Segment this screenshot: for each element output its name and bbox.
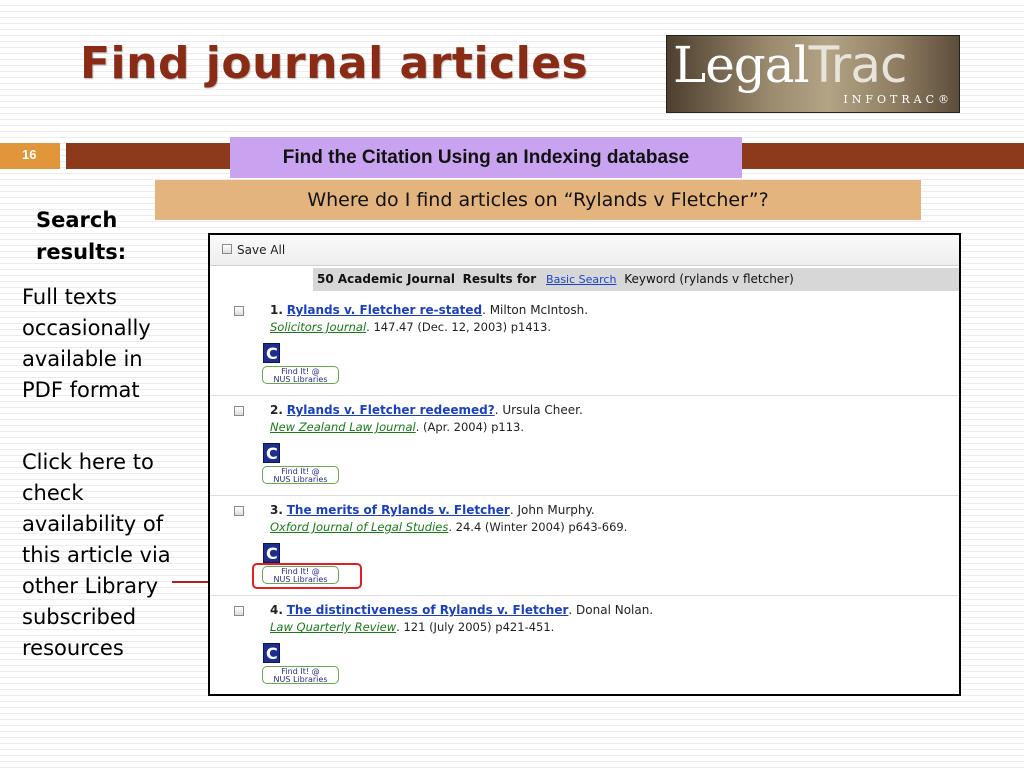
find-it-highlight-box [252,563,362,589]
result-item: 4. The distinctiveness of Rylands v. Fle… [210,595,959,694]
journal-link[interactable]: Oxford Journal of Legal Studies [270,520,448,534]
search-results-screenshot: Save All 50 Academic Journal Results for… [208,233,961,696]
article-author: . Milton McIntosh. [482,303,589,317]
article-title-link[interactable]: The distinctiveness of Rylands v. Fletch… [287,603,569,617]
legaltrac-logo: LegalTrac INFOTRAC® [666,35,960,113]
result-number: 1. [270,303,283,317]
citation-c-icon[interactable]: C [263,443,280,463]
article-title-link[interactable]: The merits of Rylands v. Fletcher [287,503,510,517]
citation-text: . (Apr. 2004) p113. [415,420,524,434]
note-line: check [22,481,84,505]
note-line: resources [22,636,124,660]
full-text-note: Full texts occasionally available in PDF… [22,282,151,406]
citation-c-icon[interactable]: C [263,343,280,363]
note-line: available in [22,347,143,371]
citation-c-icon[interactable]: C [263,643,280,663]
result-number: 2. [270,403,283,417]
note-line: subscribed [22,605,137,629]
article-author: . Ursula Cheer. [494,403,583,417]
slide-title: Find journal articles [80,38,589,89]
logo-subtext: INFOTRAC® [843,93,953,106]
result-item: 1. Rylands v. Fletcher re-stated. Milton… [210,295,959,396]
article-title-link[interactable]: Rylands v. Fletcher re-stated [287,303,482,317]
save-all-checkbox[interactable] [222,244,232,254]
note-line: PDF format [22,378,140,402]
results-label: Results for [462,272,537,286]
citation-c-icon[interactable]: C [263,543,280,563]
results-header: 50 Academic Journal Results for Basic Se… [313,268,959,291]
slide-number: 16 [0,143,60,169]
basic-search-link[interactable]: Basic Search [546,273,616,286]
result-item: 2. Rylands v. Fletcher redeemed?. Ursula… [210,395,959,496]
search-results-heading: Search results: [36,208,127,264]
keyword-text: Keyword (rylands v fletcher) [624,272,794,286]
save-all-label: Save All [237,243,286,257]
journal-link[interactable]: Law Quarterly Review [270,620,396,634]
logo-text: LegalTrac [673,36,907,94]
result-number: 4. [270,603,283,617]
question-banner: Where do I find articles on “Rylands v F… [155,180,921,220]
journal-link[interactable]: New Zealand Law Journal [270,420,416,434]
note-line: Full texts [22,285,117,309]
find-it-nus-button[interactable]: Find It! @ NUS Libraries [262,466,339,484]
note-line: availability of [22,512,164,536]
article-author: . Donal Nolan. [568,603,654,617]
citation-banner: Find the Citation Using an Indexing data… [230,137,742,178]
result-checkbox[interactable] [234,406,244,416]
save-all-row: Save All [210,235,959,266]
note-line: other Library [22,574,159,598]
find-it-nus-button[interactable]: Find It! @ NUS Libraries [262,666,339,684]
note-line: this article via [22,543,171,567]
article-author: . John Murphy. [509,503,595,517]
click-here-note: Click here to check availability of this… [22,447,171,664]
citation-text: . 147.47 (Dec. 12, 2003) p1413. [366,320,551,334]
journal-link[interactable]: Solicitors Journal [270,320,366,334]
result-number: 3. [270,503,283,517]
citation-text: . 121 (July 2005) p421-451. [396,620,555,634]
results-count: 50 Academic Journal [317,272,455,286]
result-checkbox[interactable] [234,306,244,316]
note-line: occasionally [22,316,151,340]
result-checkbox[interactable] [234,506,244,516]
article-title-link[interactable]: Rylands v. Fletcher redeemed? [287,403,495,417]
citation-text: . 24.4 (Winter 2004) p643-669. [448,520,628,534]
find-it-nus-button[interactable]: Find It! @ NUS Libraries [262,366,339,384]
result-checkbox[interactable] [234,606,244,616]
note-line: Click here to [22,450,154,474]
